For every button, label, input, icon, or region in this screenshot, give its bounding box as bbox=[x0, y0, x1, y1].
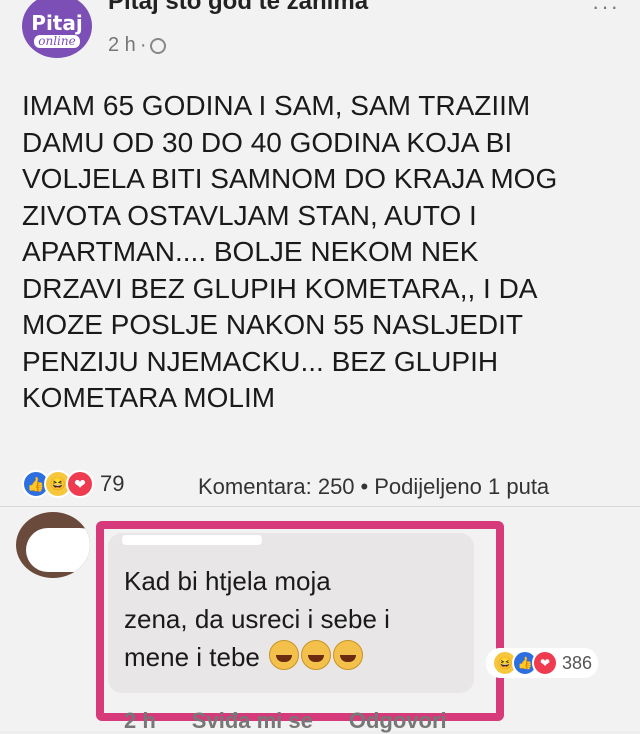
comment-reactions[interactable]: 😆 👍 ❤ 386 bbox=[486, 648, 599, 678]
page-name[interactable]: Pitaj što god te zanima bbox=[108, 0, 368, 16]
shares-count[interactable]: Podijeljeno 1 puta bbox=[374, 474, 549, 500]
divider bbox=[0, 506, 640, 507]
reply-button[interactable]: Odgovori bbox=[349, 708, 447, 734]
post-stats: Komentara: 250 • Podijeljeno 1 puta bbox=[198, 474, 549, 500]
comment-reaction-count: 386 bbox=[562, 652, 593, 673]
globe-icon bbox=[150, 37, 167, 54]
reactions-summary[interactable]: 👍 😆 ❤ 79 bbox=[22, 470, 124, 498]
like-comment-button[interactable]: Sviđa mi se bbox=[192, 708, 313, 734]
more-options-icon[interactable]: ··· bbox=[592, 0, 620, 20]
comment-time: 2 h bbox=[124, 708, 156, 733]
facebook-post: Pitaj online Pitaj što god te zanima 2 h… bbox=[0, 0, 640, 734]
commenter-avatar[interactable] bbox=[16, 512, 90, 578]
comments-count[interactable]: Komentara: 250 bbox=[198, 474, 355, 500]
avatar-logo-main: Pitaj bbox=[31, 10, 83, 35]
comment-actions: 2 h Sviđa mi se Odgovori bbox=[124, 708, 447, 734]
post-time[interactable]: 2 h bbox=[108, 34, 136, 57]
meta-separator: · bbox=[139, 34, 147, 56]
love-reaction-icon: ❤ bbox=[532, 650, 558, 676]
post-meta: 2 h · bbox=[108, 34, 167, 57]
page-avatar[interactable]: Pitaj online bbox=[22, 0, 92, 58]
post-text: IMAM 65 GODINA I SAM, SAM TRAZIIM DAMU O… bbox=[22, 90, 558, 413]
avatar-redaction bbox=[26, 528, 90, 572]
stats-dot: • bbox=[360, 474, 369, 499]
highlight-frame bbox=[96, 521, 504, 721]
reaction-count: 79 bbox=[100, 471, 125, 496]
avatar-logo-sub: online bbox=[34, 34, 80, 48]
love-reaction-icon: ❤ bbox=[66, 470, 94, 498]
